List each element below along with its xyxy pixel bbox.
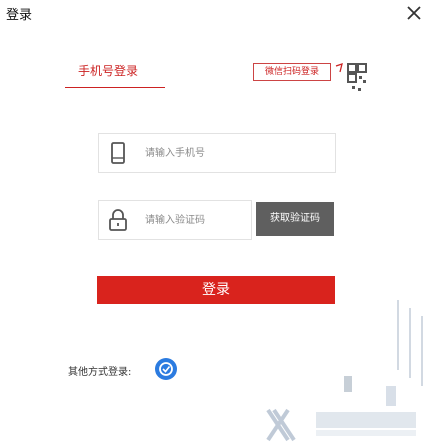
code-field — [98, 200, 252, 240]
close-button[interactable] — [404, 3, 424, 23]
qr-code-icon[interactable] — [330, 58, 368, 96]
watermark-graphic — [266, 300, 423, 442]
phone-icon-box — [99, 134, 137, 172]
active-tab-indicator — [65, 87, 165, 88]
phone-input[interactable] — [143, 142, 327, 164]
login-button[interactable]: 登录 — [97, 276, 335, 304]
tab-qr-login[interactable]: 微信扫码登录 — [253, 63, 331, 81]
code-input[interactable] — [143, 209, 247, 231]
lock-icon — [109, 209, 127, 231]
other-methods-label: 其他方式登录: — [68, 367, 132, 378]
window-title: 登录 — [6, 8, 33, 23]
title-bar: 登录 — [0, 0, 432, 30]
phone-field — [98, 133, 336, 173]
send-code-button[interactable]: 获取验证码 — [256, 202, 334, 236]
tab-phone-login-label: 手机号登录 — [78, 64, 139, 78]
phone-icon — [111, 142, 125, 164]
tab-phone-login[interactable]: 手机号登录 — [65, 60, 165, 90]
alternate-login-icon[interactable] — [154, 357, 178, 381]
lock-icon-box — [99, 201, 137, 239]
close-icon — [407, 6, 421, 20]
